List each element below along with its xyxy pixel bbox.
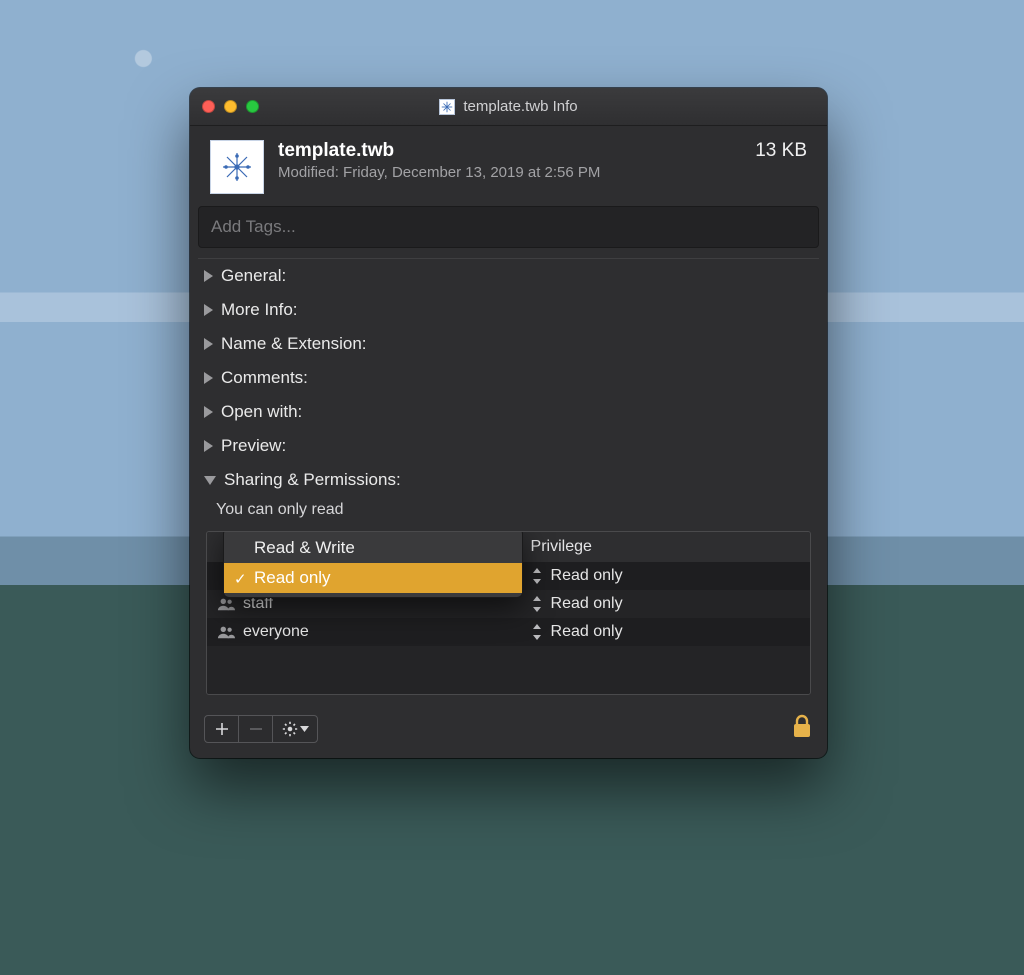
file-large-icon: [210, 140, 264, 194]
window-title-text: template.twb Info: [463, 98, 577, 115]
permissions-privilege-cell[interactable]: Read only: [521, 590, 810, 618]
permissions-privilege-cell[interactable]: Read only: [521, 618, 810, 646]
add-button[interactable]: [205, 716, 239, 742]
disclosure-triangle-icon: [204, 372, 213, 384]
group-icon: [217, 597, 235, 611]
lock-button[interactable]: [791, 713, 813, 744]
tags-field-wrapper: [198, 206, 819, 248]
privilege-option-read-write[interactable]: Read & Write: [224, 533, 522, 563]
section-label: Sharing & Permissions:: [224, 470, 401, 490]
stepper-icon: [531, 568, 543, 584]
titlebar[interactable]: template.twb Info: [190, 88, 827, 126]
close-icon[interactable]: [202, 100, 215, 113]
section-preview[interactable]: Preview:: [190, 429, 827, 463]
section-sharing-permissions[interactable]: Sharing & Permissions:: [190, 463, 827, 497]
section-label: Name & Extension:: [221, 334, 367, 354]
disclosure-triangle-icon: [204, 270, 213, 282]
section-label: More Info:: [221, 300, 298, 320]
section-label: Open with:: [221, 402, 302, 422]
disclosure-triangle-icon: [204, 440, 213, 452]
gear-icon: [282, 721, 298, 737]
section-label: Comments:: [221, 368, 308, 388]
tags-input[interactable]: [211, 217, 806, 237]
minus-icon: [249, 722, 263, 736]
privilege-dropdown[interactable]: Read & Write ✓ Read only: [223, 531, 523, 598]
disclosure-triangle-icon: [204, 338, 213, 350]
file-size: 13 KB: [755, 140, 807, 162]
file-modified: Modified: Friday, December 13, 2019 at 2…: [278, 164, 741, 181]
minimize-icon[interactable]: [224, 100, 237, 113]
window-title: template.twb Info: [190, 98, 827, 115]
plus-icon: [215, 722, 229, 736]
permissions-header-privilege: Privilege: [521, 532, 810, 562]
disclosure-triangle-icon: [204, 406, 213, 418]
section-comments[interactable]: Comments:: [190, 361, 827, 395]
stepper-icon: [531, 624, 543, 640]
window-controls: [202, 100, 259, 113]
file-header: template.twb Modified: Friday, December …: [190, 126, 827, 206]
lock-icon: [791, 713, 813, 739]
table-row[interactable]: everyone Read only: [207, 618, 810, 646]
section-more-info[interactable]: More Info:: [190, 293, 827, 327]
permissions-empty-area: [207, 646, 810, 694]
section-name-extension[interactable]: Name & Extension:: [190, 327, 827, 361]
privilege-option-read-only[interactable]: ✓ Read only: [224, 563, 522, 593]
footer: [190, 705, 827, 758]
section-label: Preview:: [221, 436, 286, 456]
disclosure-triangle-icon: [204, 304, 213, 316]
section-label: General:: [221, 266, 286, 286]
section-general[interactable]: General:: [190, 259, 827, 293]
checkmark-icon: ✓: [234, 570, 247, 588]
permissions-user-cell: everyone: [207, 618, 521, 646]
chevron-down-icon: [300, 726, 309, 732]
remove-button: [239, 716, 273, 742]
section-open-with[interactable]: Open with:: [190, 395, 827, 429]
info-window: template.twb Info template.twb Modified:…: [190, 88, 827, 758]
disclosure-triangle-down-icon: [204, 476, 216, 485]
permissions-note: You can only read: [190, 497, 827, 531]
permissions-privilege-cell[interactable]: Read only: [521, 562, 810, 590]
permissions-table: Name Privilege Read only: [206, 531, 811, 695]
file-name: template.twb: [278, 140, 741, 162]
action-menu-button[interactable]: [273, 716, 317, 742]
zoom-icon[interactable]: [246, 100, 259, 113]
stepper-icon: [531, 596, 543, 612]
group-icon: [217, 625, 235, 639]
permissions-toolbar: [204, 715, 318, 743]
file-type-icon: [439, 99, 455, 115]
